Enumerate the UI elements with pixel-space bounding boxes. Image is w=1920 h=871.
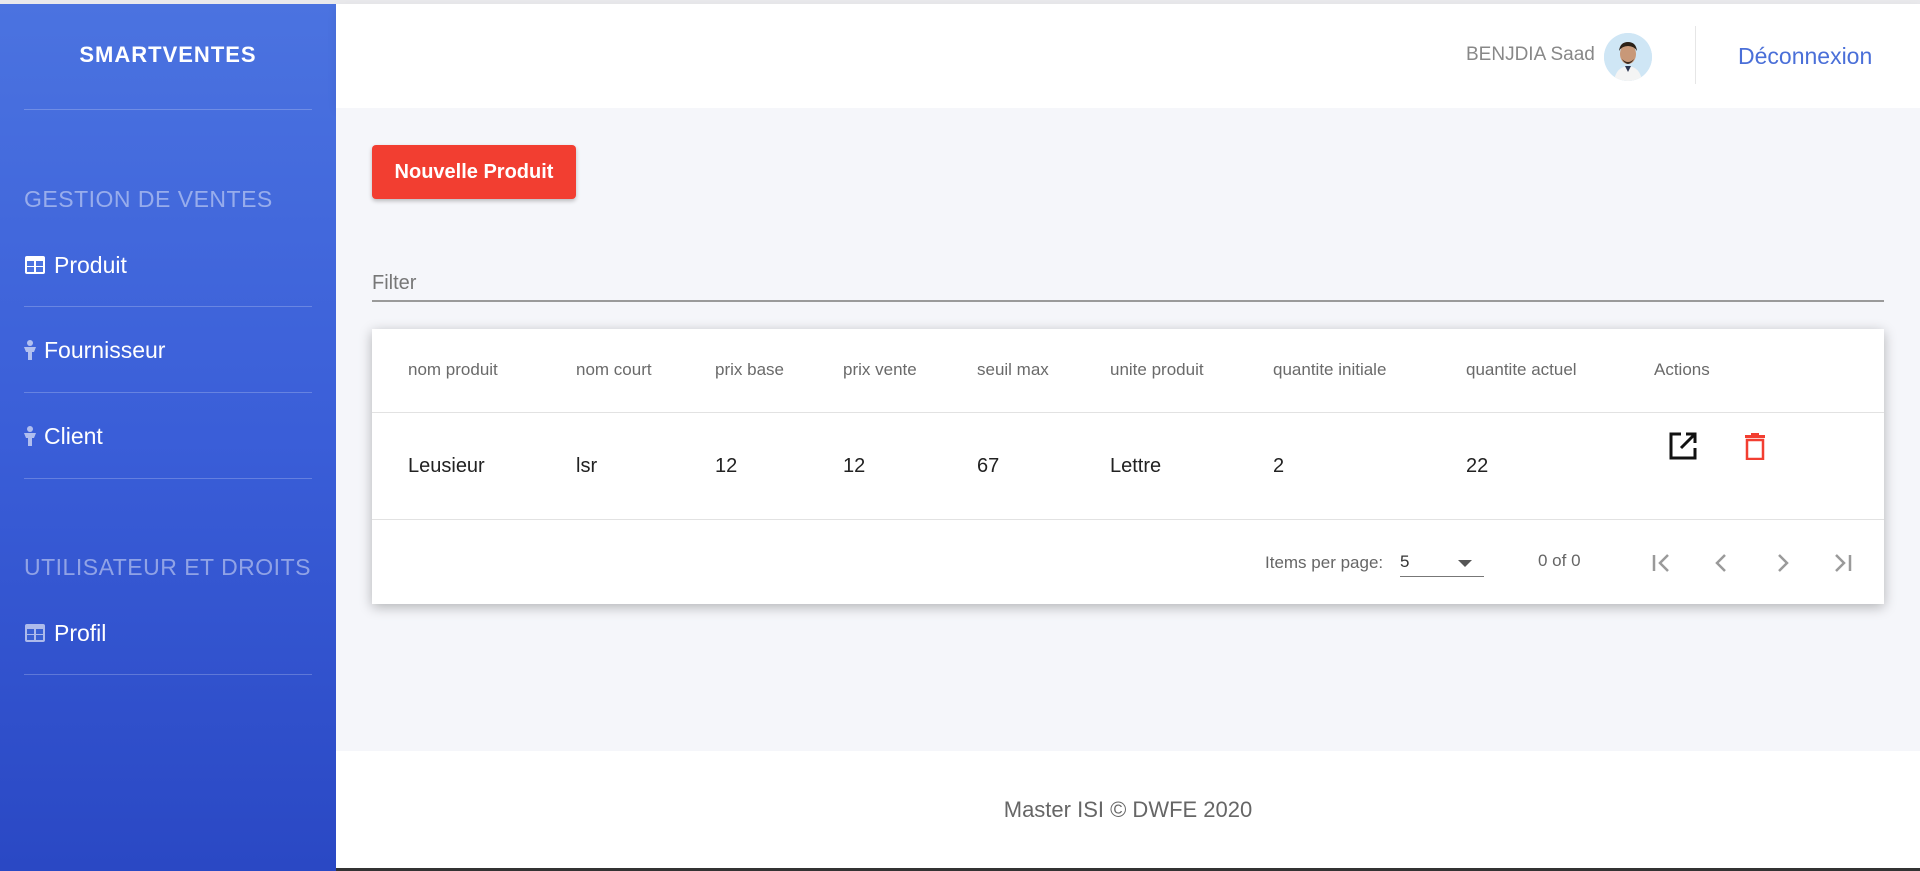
- divider: [24, 674, 312, 675]
- sidebar-item-client[interactable]: Client: [22, 416, 310, 456]
- username: BENJDIA Saad: [1466, 44, 1595, 65]
- header-divider: [1695, 26, 1696, 84]
- table-cell: lsr: [576, 455, 598, 477]
- sidebar-item-label: Fournisseur: [44, 336, 166, 363]
- sidebar-item-fournisseur[interactable]: Fournisseur: [22, 330, 310, 370]
- chevron-left-icon: [1715, 554, 1726, 572]
- open-product-button[interactable]: [1665, 428, 1701, 464]
- previous-page-button[interactable]: [1702, 543, 1742, 583]
- column-header[interactable]: nom produit: [408, 360, 498, 380]
- table-cell: Leusieur: [408, 455, 485, 477]
- sidebar-item-label: Produit: [54, 251, 127, 278]
- column-header: Actions: [1654, 360, 1710, 379]
- select-underline: [1400, 576, 1484, 577]
- open-in-new-icon: [1669, 432, 1697, 460]
- delete-product-button[interactable]: [1737, 428, 1773, 464]
- avatar[interactable]: [1604, 33, 1652, 81]
- first-page-icon: [1652, 554, 1669, 572]
- column-header[interactable]: quantite initiale: [1273, 360, 1386, 380]
- last-page-icon: [1835, 554, 1852, 572]
- top-header: [336, 4, 1920, 108]
- table-cell: 2: [1273, 455, 1285, 477]
- divider: [24, 306, 312, 307]
- products-table: nom produit nom court prix base prix ven…: [372, 329, 1884, 604]
- brand-title: SMARTVENTES: [79, 42, 257, 67]
- divider: [24, 478, 312, 479]
- filter-underline: [372, 300, 1884, 302]
- filter-input[interactable]: [372, 262, 1884, 300]
- footer-text: Master ISI © DWFE 2020: [1003, 797, 1253, 822]
- row-divider: [372, 519, 1884, 520]
- sidebar-item-label: Profil: [54, 619, 107, 646]
- page-size-select[interactable]: 5: [1400, 547, 1484, 577]
- sidebar-item-profil[interactable]: Profil: [24, 613, 312, 653]
- table-icon: [24, 622, 46, 644]
- column-header[interactable]: quantite actuel: [1466, 360, 1577, 380]
- page-range: 0 of 0: [1538, 551, 1581, 570]
- divider: [24, 392, 312, 393]
- section-utilisateur-et-droits: UTILISATEUR ET DROITS: [24, 554, 311, 580]
- column-header[interactable]: prix base: [715, 360, 784, 380]
- column-header[interactable]: prix vente: [843, 360, 917, 380]
- column-header[interactable]: seuil max: [977, 360, 1049, 380]
- table-cell: 12: [715, 455, 738, 477]
- items-per-page-label: Items per page:: [1265, 553, 1384, 572]
- logout-link[interactable]: Déconnexion: [1738, 43, 1872, 70]
- sidebar-item-label: Client: [44, 422, 103, 449]
- column-header[interactable]: unite produit: [1110, 360, 1204, 380]
- section-gestion-de-ventes: GESTION DE VENTES: [24, 186, 273, 212]
- sidebar-item-produit[interactable]: Produit: [24, 245, 312, 285]
- table-cell: 22: [1466, 455, 1489, 477]
- column-header[interactable]: nom court: [576, 360, 652, 380]
- table-cell: 67: [977, 455, 1000, 477]
- table-icon: [24, 254, 46, 276]
- page-size-value: 5: [1400, 552, 1410, 571]
- delete-icon: [1745, 433, 1765, 460]
- chevron-right-icon: [1778, 554, 1789, 572]
- person-icon: [22, 339, 38, 361]
- sidebar: SMARTVENTES GESTION DE VENTES Produit Fo…: [0, 4, 336, 871]
- person-icon: [22, 425, 38, 447]
- first-page-button[interactable]: [1642, 543, 1682, 583]
- new-product-button[interactable]: Nouvelle Produit: [372, 145, 576, 199]
- header-divider: [372, 412, 1884, 413]
- table-cell: Lettre: [1110, 455, 1162, 477]
- table-cell: 12: [843, 455, 866, 477]
- chevron-down-icon: [1458, 560, 1472, 567]
- last-page-button[interactable]: [1822, 543, 1862, 583]
- divider: [24, 109, 312, 110]
- next-page-button[interactable]: [1762, 543, 1802, 583]
